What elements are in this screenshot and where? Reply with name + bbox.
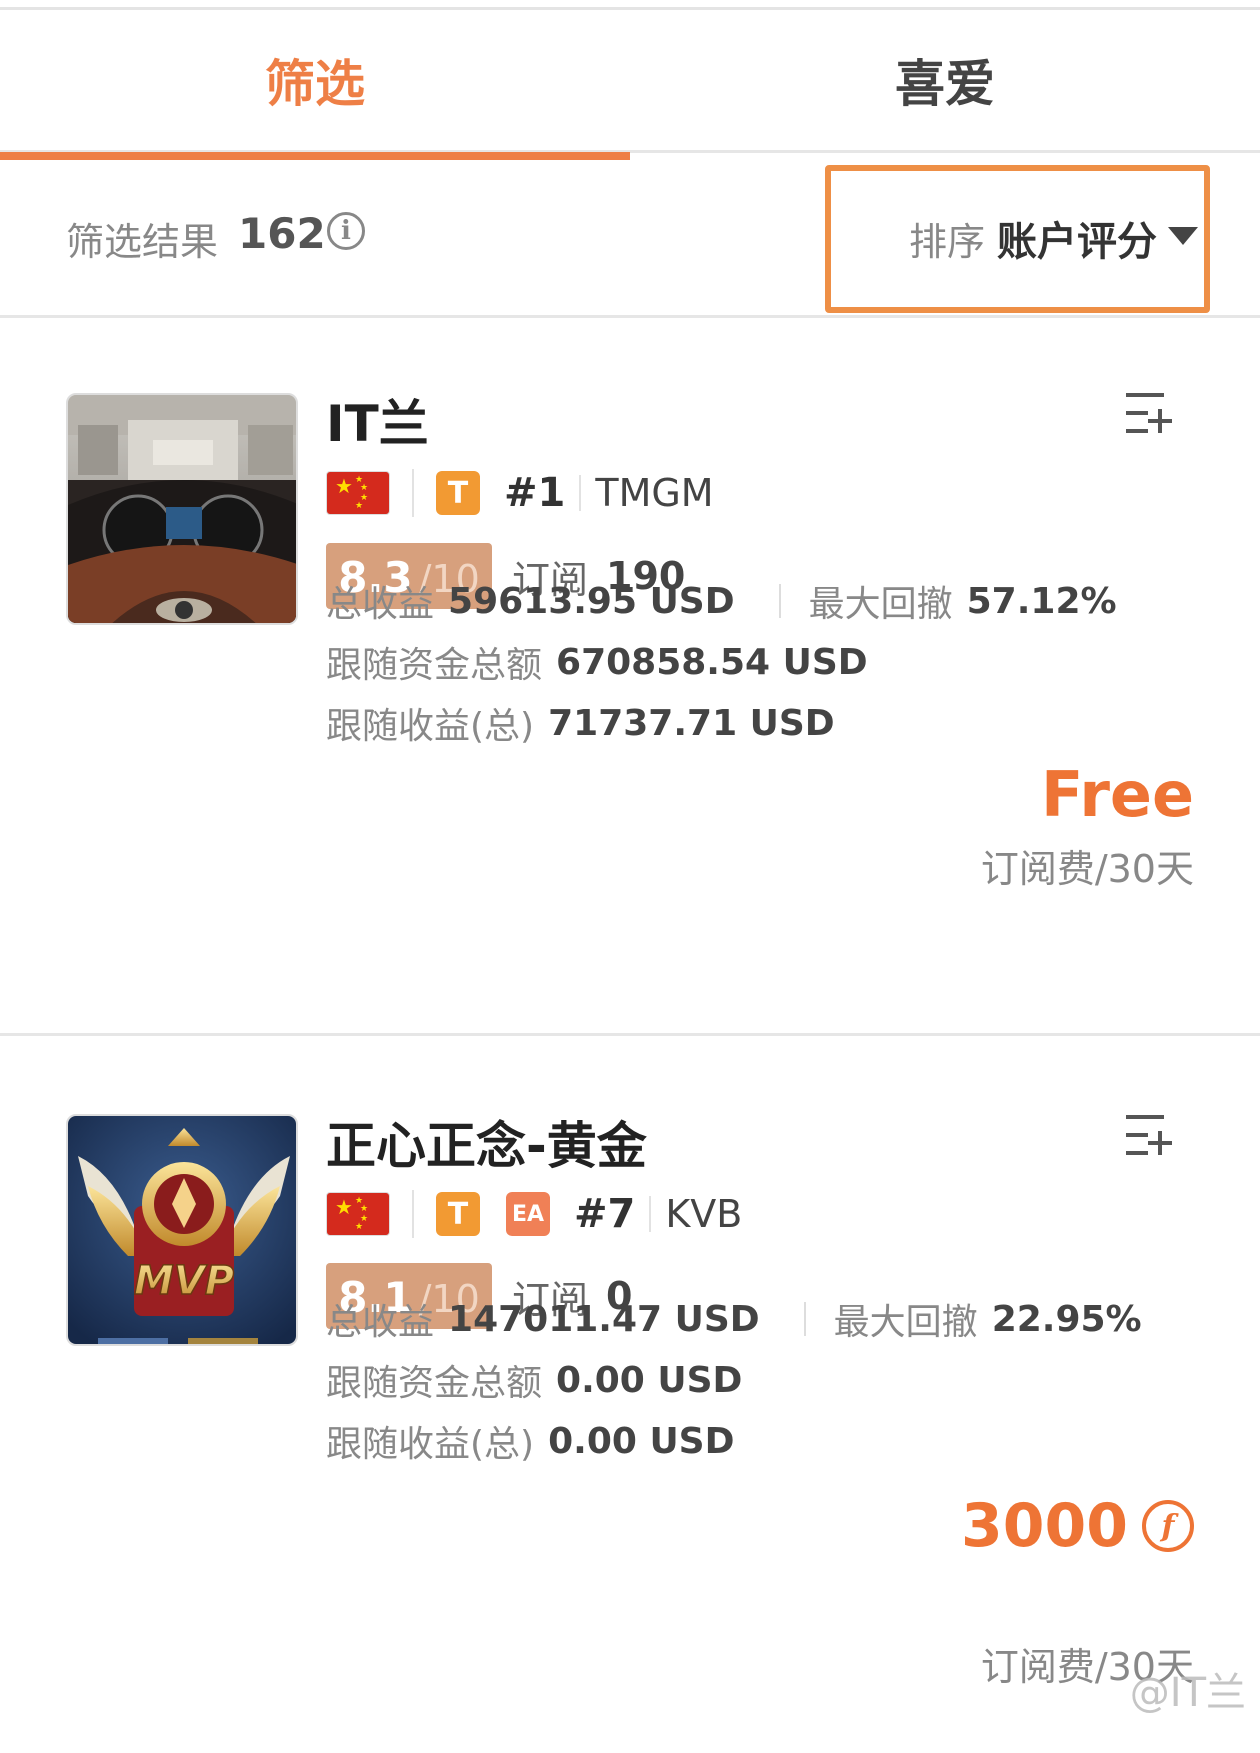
sort-label: 排序 [909, 220, 986, 264]
max-drawdown-value: 57.12% [966, 580, 1117, 622]
follow-funds-value: 670858.54 USD [556, 641, 868, 683]
stat-row-follow-funds: 跟随资金总额 0.00 USD [326, 1355, 742, 1405]
info-icon[interactable]: i [327, 212, 365, 250]
add-to-list-icon[interactable] [1124, 391, 1174, 435]
rank: #1 [504, 470, 566, 516]
stat-row-profit: 总收益 59613.95 USD 最大回撤 57.12% [326, 576, 1117, 626]
follow-funds-label: 跟随资金总额 [326, 645, 543, 686]
mvp-emblem-image: MVP [68, 1116, 296, 1344]
coin-icon: f [1142, 1500, 1194, 1552]
total-profit-label: 总收益 [326, 584, 435, 625]
stat-row-follow-profit: 跟随收益(总) 71737.71 USD [326, 698, 835, 748]
subscription-price[interactable]: Free [1041, 758, 1194, 831]
trader-badge: T [436, 1192, 480, 1236]
total-profit-label: 总收益 [326, 1302, 435, 1343]
china-flag-icon: ★ ★ ★ ★ ★ [326, 471, 390, 515]
add-to-list-icon[interactable] [1124, 1113, 1174, 1157]
meta-row: ★ ★ ★ ★ ★ T EA #7 KVB [326, 1189, 742, 1239]
result-label: 筛选结果 [66, 220, 219, 264]
follow-profit-value: 0.00 USD [548, 1420, 735, 1462]
max-drawdown-label: 最大回撤 [808, 584, 953, 625]
trader-name[interactable]: 正心正念-黄金 [326, 1106, 647, 1178]
fee-label: 订阅费/30天 [980, 847, 1194, 891]
divider [803, 1302, 806, 1336]
stat-row-follow-funds: 跟随资金总额 670858.54 USD [326, 637, 868, 687]
avatar[interactable]: MVP [66, 1114, 298, 1346]
divider [412, 1190, 414, 1238]
ea-badge: EA [506, 1192, 550, 1236]
trader-name[interactable]: IT兰 [326, 384, 429, 456]
signal-card[interactable]: MVP 正心正念-黄金 ★ ★ ★ ★ ★ T EA #7 KVB 8.1 /1… [0, 1036, 1260, 1753]
stat-row-follow-profit: 跟随收益(总) 0.00 USD [326, 1416, 735, 1466]
car-dashboard-photo [68, 395, 296, 623]
divider [412, 469, 414, 517]
sort-value: 账户评分 [997, 219, 1157, 265]
top-divider [0, 0, 1260, 10]
follow-funds-value: 0.00 USD [556, 1359, 743, 1401]
filter-bar: 筛选结果 162 i 排序 账户评分 [0, 155, 1260, 318]
china-flag-icon: ★ ★ ★ ★ ★ [326, 1192, 390, 1236]
max-drawdown-value: 22.95% [991, 1298, 1142, 1340]
subscription-price[interactable]: 3000 f [961, 1491, 1194, 1561]
sort-dropdown[interactable]: 排序 账户评分 [825, 165, 1210, 313]
divider [649, 1196, 652, 1232]
tab-bar: 筛选 喜爱 [0, 10, 1260, 160]
watermark: @IT兰 [1129, 1670, 1246, 1716]
divider [778, 584, 781, 618]
divider [579, 475, 582, 511]
follow-funds-label: 跟随资金总额 [326, 1363, 543, 1404]
max-drawdown-label: 最大回撤 [833, 1302, 978, 1343]
signal-card[interactable]: IT兰 ★ ★ ★ ★ ★ T #1 TMGM 8.3 /10 订阅 190 总… [0, 318, 1260, 1036]
stat-row-profit: 总收益 147011.47 USD 最大回撤 22.95% [326, 1294, 1142, 1344]
rank: #7 [574, 1191, 636, 1237]
meta-row: ★ ★ ★ ★ ★ T #1 TMGM [326, 468, 714, 518]
trader-badge: T [436, 471, 480, 515]
total-profit-value: 59613.95 USD [448, 580, 735, 622]
total-profit-value: 147011.47 USD [448, 1298, 760, 1340]
price-value: 3000 [961, 1491, 1128, 1561]
follow-profit-label: 跟随收益(总) [326, 1424, 535, 1465]
result-count: 162 [238, 209, 326, 258]
follow-profit-value: 71737.71 USD [548, 702, 835, 744]
broker-name: TMGM [595, 471, 714, 515]
follow-profit-label: 跟随收益(总) [326, 706, 535, 747]
caret-down-icon [1168, 227, 1198, 245]
tab-filter[interactable]: 筛选 [0, 10, 630, 150]
tab-favorites[interactable]: 喜爱 [630, 10, 1260, 150]
svg-text:MVP: MVP [134, 1258, 234, 1304]
avatar[interactable] [66, 393, 298, 625]
broker-name: KVB [665, 1192, 743, 1236]
